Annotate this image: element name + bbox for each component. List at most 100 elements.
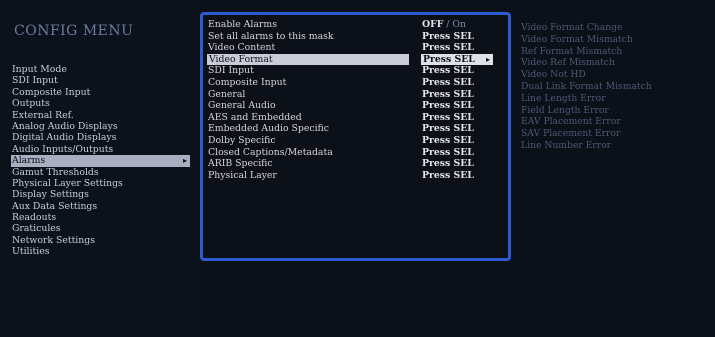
config-menu-item[interactable]: Graticules xyxy=(11,223,197,234)
config-menu-item[interactable]: Composite Input xyxy=(11,87,197,98)
alarm-category-value-text: Press SEL xyxy=(422,65,474,77)
config-menu-item-label: Alarms xyxy=(12,155,46,167)
alarm-category-label: General xyxy=(208,88,246,100)
config-menu-item-label: Audio Inputs/Outputs xyxy=(12,143,114,155)
video-format-alarm-list: Video Format Change Video Format Mismatch… xyxy=(521,22,715,152)
config-menu-panel: CONFIG MENU Input Mode SDI Input Composite… xyxy=(0,0,197,337)
alarm-category-row[interactable]: ARIB Specific Press SEL xyxy=(208,158,508,170)
config-menu-item[interactable]: Digital Audio Displays xyxy=(11,132,197,143)
alarm-category-label: Closed Captions/Metadata xyxy=(208,146,333,158)
alarm-enable-alt-value: On xyxy=(452,19,466,30)
alarm-category-value-text: Press SEL xyxy=(422,123,474,135)
alarm-category-label: Dolby Specific xyxy=(208,134,276,146)
config-menu-item-label: Input Mode xyxy=(12,64,67,75)
alarm-category-value-text: Press SEL xyxy=(422,134,474,146)
config-menu-list: Input Mode SDI Input Composite Input Output… xyxy=(11,64,197,258)
alarm-category-value[interactable]: Press SEL xyxy=(422,112,474,124)
alarm-category-label: Enable Alarms xyxy=(208,19,277,30)
config-menu-item[interactable]: Outputs xyxy=(11,98,197,109)
config-menu-title: CONFIG MENU xyxy=(14,23,134,39)
config-menu-item[interactable]: External Ref. xyxy=(11,110,197,121)
alarm-category-value[interactable]: Press SEL xyxy=(422,89,474,101)
config-menu-item-label: Physical Layer Settings xyxy=(12,177,123,189)
config-menu-item-label: Graticules xyxy=(12,223,61,235)
alarm-category-value[interactable]: Press SEL xyxy=(422,158,474,170)
config-menu-item[interactable]: Physical Layer Settings xyxy=(11,178,197,189)
alarm-category-row[interactable]: General Audio Press SEL xyxy=(208,100,508,112)
alarm-category-value-text: Press SEL xyxy=(422,111,474,123)
config-menu-item[interactable]: Aux Data Settings xyxy=(11,201,197,212)
alarm-category-value-text: Press SEL xyxy=(422,158,474,170)
alarm-category-value-text: Press SEL xyxy=(422,169,474,181)
config-menu-item[interactable]: Display Settings xyxy=(11,189,197,200)
config-menu-item[interactable]: Audio Inputs/Outputs xyxy=(11,144,197,155)
video-format-alarm-item: Video Ref Mismatch xyxy=(521,57,615,69)
alarm-category-value[interactable]: Press SEL ▸ xyxy=(421,53,493,66)
alarm-category-row[interactable]: Video Format Press SEL ▸ xyxy=(207,53,508,66)
config-menu-item[interactable]: Utilities xyxy=(11,246,197,257)
alarm-category-value-text: Press SEL xyxy=(422,42,474,54)
alarm-category-value-text: Press SEL xyxy=(422,100,474,112)
video-format-alarm-item: EAV Placement Error xyxy=(521,116,621,128)
config-menu-item-label: Display Settings xyxy=(12,189,89,201)
alarm-category-value[interactable]: Press SEL xyxy=(422,77,474,89)
value-separator: / xyxy=(443,19,453,30)
config-menu-item-label: Digital Audio Displays xyxy=(12,132,117,144)
alarm-category-label: Physical Layer xyxy=(208,169,277,181)
alarm-category-value-text: Press SEL xyxy=(422,88,474,100)
config-screen: CONFIG MENU Input Mode SDI Input Composite… xyxy=(0,0,715,337)
alarm-category-value[interactable]: OFF / On xyxy=(422,19,466,31)
alarm-category-value-text: Press SEL xyxy=(422,146,474,158)
config-menu-item[interactable]: Analog Audio Displays xyxy=(11,121,197,132)
config-menu-item[interactable]: SDI Input xyxy=(11,75,197,86)
alarm-category-label: Embedded Audio Specific xyxy=(208,123,329,135)
alarm-category-label: General Audio xyxy=(208,100,276,112)
alarm-category-row[interactable]: Enable Alarms OFF / On xyxy=(208,19,508,31)
alarm-category-value[interactable]: Press SEL xyxy=(422,123,474,135)
alarm-category-value-text: Press SEL xyxy=(423,53,475,65)
alarm-category-row[interactable]: Embedded Audio Specific Press SEL xyxy=(208,123,508,135)
submenu-arrow-icon: ▸ xyxy=(485,53,490,64)
config-menu-item-label: Outputs xyxy=(12,98,50,110)
config-menu-item[interactable]: Input Mode xyxy=(11,64,197,75)
alarm-category-row[interactable]: Closed Captions/Metadata Press SEL xyxy=(208,147,508,159)
config-menu-item[interactable]: Readouts xyxy=(11,212,197,223)
video-format-alarm-item: Video Format Change xyxy=(521,22,623,33)
alarm-category-value[interactable]: Press SEL xyxy=(422,100,474,112)
alarm-category-value[interactable]: Press SEL xyxy=(422,170,474,182)
alarm-category-value[interactable]: Press SEL xyxy=(422,147,474,159)
alarm-category-row[interactable]: SDI Input Press SEL xyxy=(208,65,508,77)
alarm-category-value[interactable]: Press SEL xyxy=(422,65,474,77)
alarm-category-value-text: Press SEL xyxy=(422,30,474,42)
video-format-alarm-item: Line Number Error xyxy=(521,139,612,151)
alarm-category-row[interactable]: General Press SEL xyxy=(208,89,508,101)
alarm-category-row[interactable]: Video Content Press SEL xyxy=(208,42,508,54)
alarm-category-value-text: Press SEL xyxy=(422,76,474,88)
alarm-category-label: Composite Input xyxy=(208,76,287,88)
alarm-category-value-text: OFF xyxy=(422,19,444,30)
alarm-category-value[interactable]: Press SEL xyxy=(422,31,474,43)
alarm-category-value[interactable]: Press SEL xyxy=(422,135,474,147)
config-menu-item[interactable]: Network Settings xyxy=(11,235,197,246)
video-format-alarm-item: Video Not HD xyxy=(521,69,586,81)
alarm-category-value[interactable]: Press SEL xyxy=(422,42,474,54)
alarm-category-row[interactable]: Composite Input Press SEL xyxy=(208,77,508,89)
alarm-category-row[interactable]: AES and Embedded Press SEL xyxy=(208,112,508,124)
config-menu-item-label: Network Settings xyxy=(12,234,95,246)
config-menu-item[interactable]: Alarms ▸ xyxy=(11,155,190,167)
video-format-alarm-item: Dual Link Format Mismatch xyxy=(521,80,652,92)
config-menu-item-label: Gamut Thresholds xyxy=(12,166,99,178)
alarm-category-row[interactable]: Physical Layer Press SEL xyxy=(208,170,508,182)
config-menu-item[interactable]: Gamut Thresholds xyxy=(11,167,197,178)
submenu-arrow-icon: ▸ xyxy=(182,156,187,166)
config-menu-item-label: Composite Input xyxy=(12,86,91,98)
alarm-category-label: ARIB Specific xyxy=(208,158,273,170)
video-format-alarm-item: Field Length Error xyxy=(521,104,609,116)
config-menu-item-label: SDI Input xyxy=(12,75,58,87)
alarm-category-label: Video Content xyxy=(208,42,276,54)
video-format-alarm-item: Ref Format Mismatch xyxy=(521,45,623,57)
alarms-submenu-panel: Enable Alarms OFF / On Set all alarms to t… xyxy=(200,12,511,261)
alarm-category-row[interactable]: Dolby Specific Press SEL xyxy=(208,135,508,147)
alarm-category-label: Video Format xyxy=(207,53,409,66)
alarm-category-row[interactable]: Set all alarms to this mask Press SEL xyxy=(208,31,508,43)
